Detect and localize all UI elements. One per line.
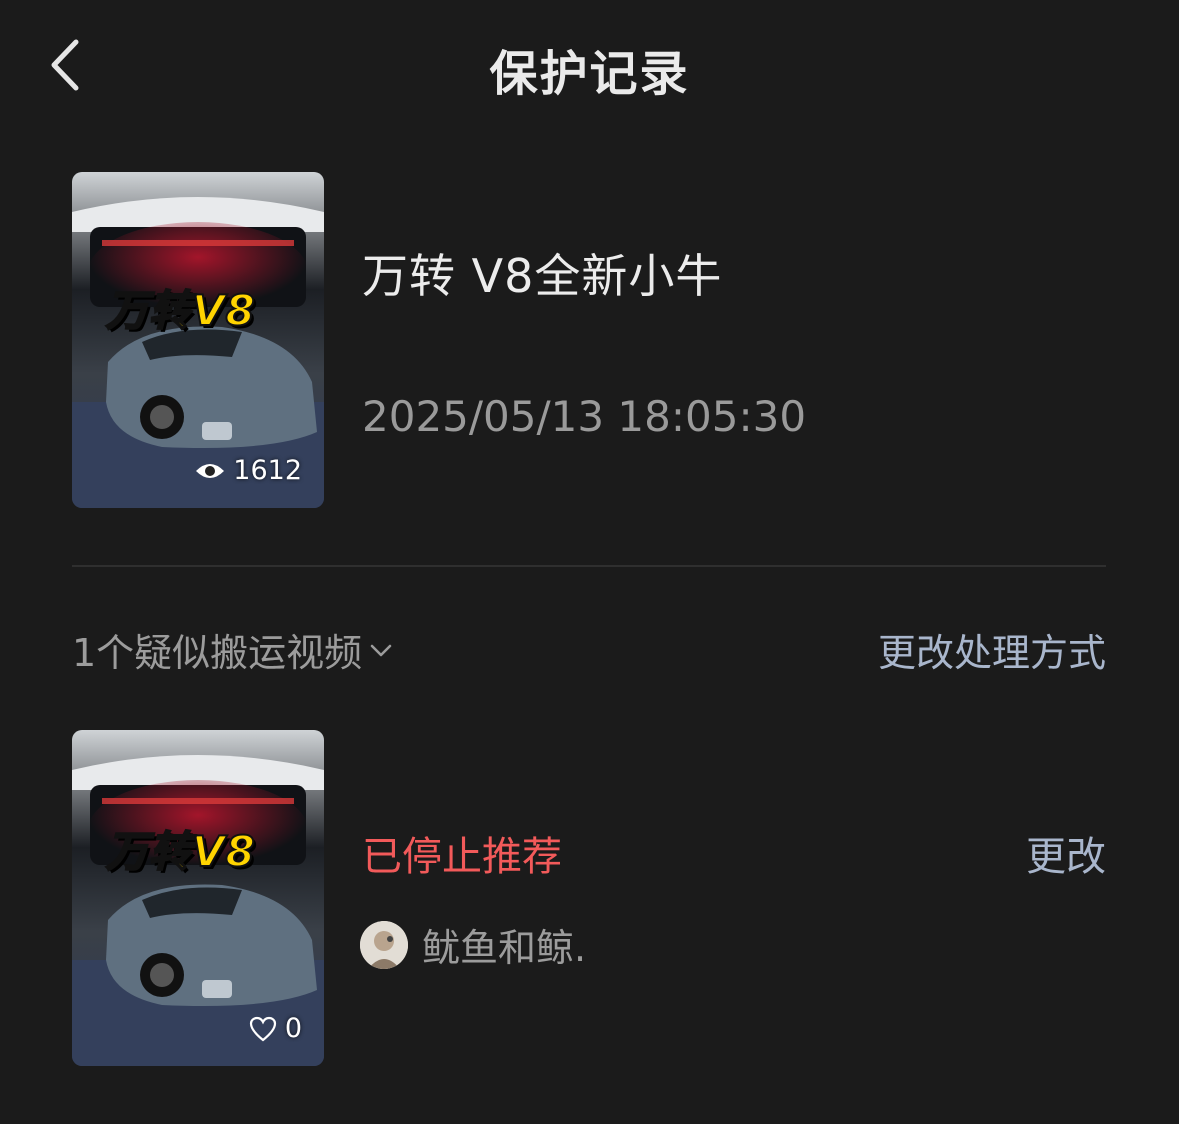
header: 保护记录 xyxy=(0,0,1179,130)
like-count-value: 0 xyxy=(284,1013,302,1044)
suspect-summary: 1个疑似搬运视频 xyxy=(72,631,363,675)
avatar-image xyxy=(360,920,408,969)
thumbnail-caption: 万转V8 xyxy=(105,285,256,336)
uploader[interactable]: 鱿鱼和鲸. xyxy=(360,917,586,972)
video-thumbnail[interactable]: 万转V8 1612 xyxy=(72,172,324,508)
like-count: 0 xyxy=(249,1013,302,1044)
heart-icon xyxy=(249,1016,276,1041)
change-button[interactable]: 更改 xyxy=(1026,824,1106,882)
suspect-video-thumbnail[interactable]: 万转V8 0 xyxy=(72,730,324,1066)
eye-icon xyxy=(196,463,225,478)
change-handling-button[interactable]: 更改处理方式 xyxy=(878,622,1106,677)
video-timestamp: 2025/05/13 18:05:30 xyxy=(362,392,807,441)
view-count-value: 1612 xyxy=(233,455,302,486)
view-count: 1612 xyxy=(195,455,302,486)
page: 保护记录 万转V8 1612 万转 V8全新小牛 2025/05/13 18:0… xyxy=(0,0,1179,1124)
status-stopped-recommend: 已停止推荐 xyxy=(362,834,562,880)
page-title: 保护记录 xyxy=(489,46,690,102)
uploader-name: 鱿鱼和鲸. xyxy=(422,926,587,970)
divider xyxy=(72,565,1106,567)
suspect-thumbnail-caption: 万转V8 xyxy=(105,826,256,877)
avatar xyxy=(360,920,408,969)
suspect-summary-toggle[interactable]: 1个疑似搬运视频 xyxy=(72,622,394,677)
video-title: 万转 V8全新小牛 xyxy=(362,249,723,303)
chevron-down-icon xyxy=(370,644,392,656)
